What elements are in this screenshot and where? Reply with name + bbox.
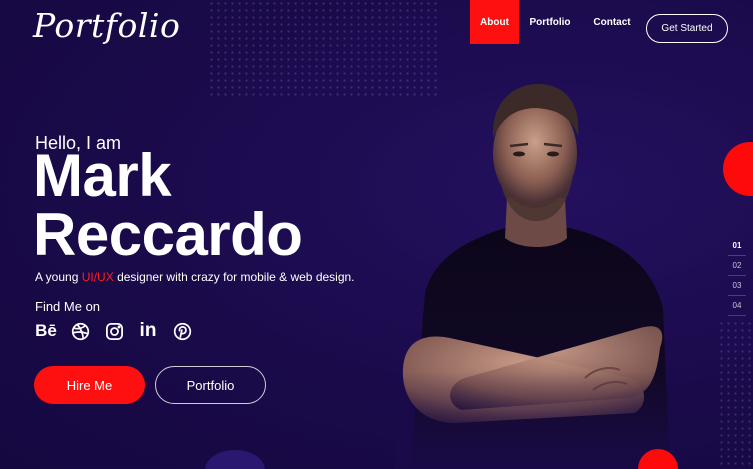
tagline-pre: A young	[35, 270, 82, 284]
pager-item-04[interactable]: 04	[728, 296, 746, 316]
instagram-icon[interactable]	[103, 320, 125, 342]
decorative-circle	[723, 142, 753, 196]
hero-name: Mark Reccardo	[33, 142, 303, 268]
dribbble-icon[interactable]	[69, 320, 91, 342]
pager-item-02[interactable]: 02	[728, 256, 746, 276]
portfolio-button[interactable]: Portfolio	[155, 366, 266, 404]
tagline-accent: UI/UX	[81, 270, 114, 284]
nav-item-about[interactable]: About	[470, 0, 519, 44]
decorative-blob	[205, 450, 265, 469]
tagline: A young UI/UX designer with crazy for mo…	[35, 270, 355, 284]
pager-item-03[interactable]: 03	[728, 276, 746, 296]
last-name: Reccardo	[33, 201, 303, 268]
first-name: Mark	[33, 142, 172, 209]
behance-icon[interactable]: Bē	[35, 320, 57, 342]
tagline-post: designer with crazy for mobile & web des…	[113, 270, 355, 284]
linkedin-icon[interactable]: in	[137, 320, 159, 342]
slide-pager: 01 02 03 04	[728, 236, 746, 316]
nav-item-portfolio[interactable]: Portfolio	[521, 0, 579, 44]
nav-item-contact[interactable]: Contact	[579, 0, 645, 44]
portrait-image	[395, 78, 675, 469]
linkedin-text: in	[139, 320, 157, 341]
hero-section: Portfolio About Portfolio Contact Get St…	[0, 0, 753, 469]
pinterest-icon[interactable]	[171, 320, 193, 342]
main-nav: About Portfolio Contact	[470, 0, 645, 44]
find-me-label: Find Me on	[35, 299, 101, 314]
get-started-button[interactable]: Get Started	[646, 14, 728, 43]
behance-text: Bē	[35, 321, 57, 340]
pager-item-01[interactable]: 01	[728, 236, 746, 256]
hire-me-button[interactable]: Hire Me	[34, 366, 145, 404]
social-links: Bē in	[35, 320, 193, 342]
logo[interactable]: Portfolio	[33, 6, 180, 45]
dot-pattern-right	[718, 320, 753, 469]
